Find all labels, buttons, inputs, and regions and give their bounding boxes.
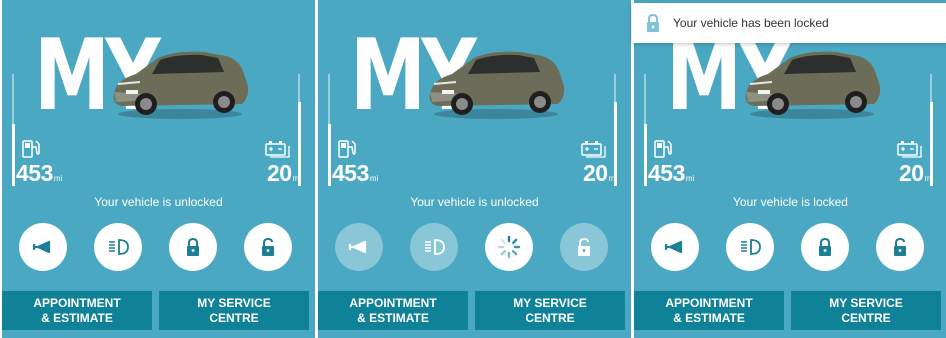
battery-icon (581, 141, 606, 158)
vehicle-locked-toast: Your vehicle has been locked (632, 3, 946, 43)
lock-icon (187, 237, 199, 256)
headlights-icon (741, 239, 761, 255)
lock-button-loading[interactable] (485, 223, 533, 271)
my-service-centre-button[interactable]: MY SERVICE CENTRE (475, 291, 625, 330)
battery-range-value: 20 (582, 160, 608, 186)
vehicle-panel-locked: MY 453mi 20mi Your vehicle is locked APP… (634, 0, 946, 338)
horn-icon (348, 240, 367, 254)
appointment-label-line1: APPOINTMENT (665, 295, 753, 310)
fuel-gauge (12, 74, 15, 186)
lock-button[interactable] (169, 223, 217, 271)
unlock-button[interactable] (560, 223, 608, 271)
appointment-estimate-button[interactable]: APPOINTMENT & ESTIMATE (2, 291, 152, 330)
lock-button[interactable] (801, 223, 849, 271)
service-label-line1: MY SERVICE (829, 295, 903, 310)
fuel-gauge (328, 74, 331, 186)
fuel-range-unit: mi (53, 174, 63, 183)
appointment-estimate-button[interactable]: APPOINTMENT & ESTIMATE (318, 291, 468, 330)
fuel-pump-icon (22, 140, 40, 158)
appointment-label-line1: APPOINTMENT (33, 295, 121, 310)
service-label-line1: MY SERVICE (513, 295, 587, 310)
horn-button[interactable] (19, 223, 67, 271)
fuel-pump-icon (338, 140, 356, 158)
vehicle-panel-unlocked: MY 453mi 20mi Your vehicle is unlocked A… (2, 0, 315, 338)
appointment-label-line2: & ESTIMATE (357, 310, 429, 325)
fuel-range-unit: mi (369, 174, 379, 183)
fuel-range-value: 453 (648, 160, 685, 186)
fuel-range: 453mi (332, 160, 378, 187)
battery-range-value: 20 (266, 160, 292, 186)
battery-range-value: 20 (898, 160, 924, 186)
my-service-centre-button[interactable]: MY SERVICE CENTRE (159, 291, 309, 330)
appointment-label-line2: & ESTIMATE (41, 310, 113, 325)
horn-icon (32, 240, 51, 254)
headlights-button[interactable] (726, 223, 774, 271)
battery-icon (265, 141, 290, 158)
fuel-pump-icon (654, 140, 672, 158)
unlock-icon (578, 237, 590, 256)
fuel-range: 453mi (648, 160, 694, 187)
horn-button[interactable] (335, 223, 383, 271)
appointment-label-line1: APPOINTMENT (349, 295, 437, 310)
horn-button[interactable] (651, 223, 699, 271)
fuel-range-value: 453 (16, 160, 53, 186)
car-image (429, 51, 565, 119)
battery-range-unit: mi (924, 174, 933, 183)
headlights-icon (109, 239, 129, 255)
lock-icon (819, 237, 831, 256)
service-label-line2: CENTRE (525, 310, 575, 325)
service-label-line2: CENTRE (209, 310, 259, 325)
battery-range: 20mi (267, 160, 301, 187)
unlock-button[interactable] (244, 223, 292, 271)
unlock-button[interactable] (876, 223, 924, 271)
unlock-icon (894, 237, 906, 256)
service-label-line1: MY SERVICE (197, 295, 271, 310)
horn-icon (664, 240, 683, 254)
appointment-label-line2: & ESTIMATE (673, 310, 745, 325)
my-service-centre-button[interactable]: MY SERVICE CENTRE (791, 291, 941, 330)
headlights-button[interactable] (410, 223, 458, 271)
fuel-range-value: 453 (332, 160, 369, 186)
battery-range-unit: mi (608, 174, 617, 183)
unlock-icon (262, 237, 274, 256)
toast-message: Your vehicle has been locked (673, 16, 829, 30)
battery-range: 20mi (899, 160, 933, 187)
lock-status-text: Your vehicle is locked (733, 195, 848, 209)
car-image (113, 51, 249, 119)
battery-icon (897, 141, 922, 158)
loading-spinner-icon (497, 235, 521, 259)
battery-range: 20mi (583, 160, 617, 187)
vehicle-panel-locking: MY 453mi 20mi Your vehicle is unlocked A… (318, 0, 631, 338)
lock-status-text: Your vehicle is unlocked (94, 195, 223, 209)
battery-range-unit: mi (292, 174, 301, 183)
fuel-range-unit: mi (685, 174, 695, 183)
service-label-line2: CENTRE (841, 310, 891, 325)
headlights-button[interactable] (94, 223, 142, 271)
appointment-estimate-button[interactable]: APPOINTMENT & ESTIMATE (634, 291, 784, 330)
car-image (745, 51, 881, 119)
headlights-icon (425, 239, 445, 255)
fuel-range: 453mi (16, 160, 62, 187)
lock-status-text: Your vehicle is unlocked (410, 195, 539, 209)
fuel-gauge (644, 74, 647, 186)
lock-icon (647, 13, 659, 32)
